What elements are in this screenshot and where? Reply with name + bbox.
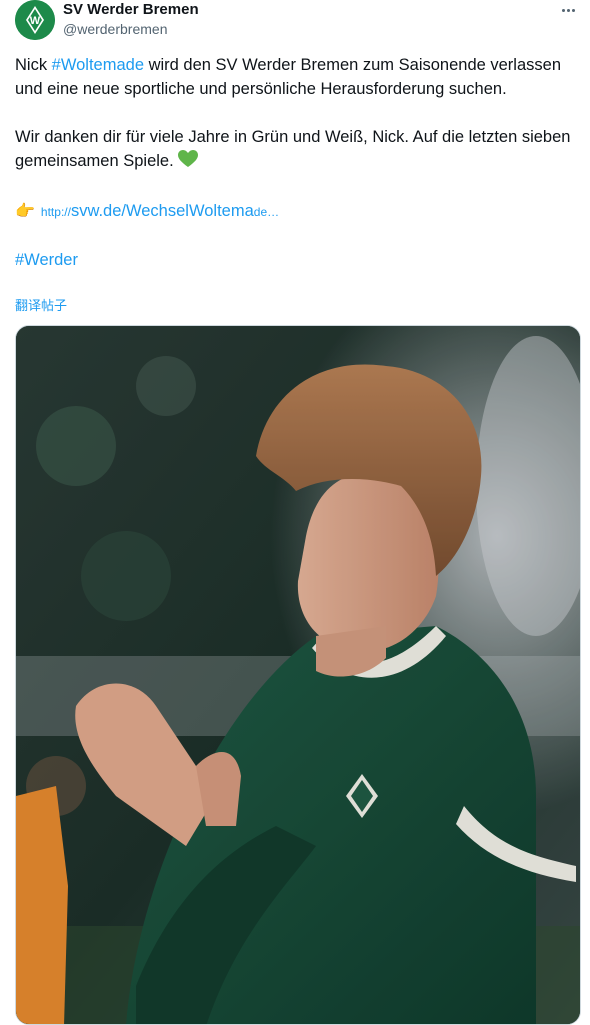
- hashtag-woltemade-link[interactable]: #Woltemade: [52, 56, 144, 74]
- display-name[interactable]: SV Werder Bremen: [63, 1, 199, 18]
- tweet-paragraph-2: Wir danken dir für viele Jahre in Grün u…: [15, 125, 580, 175]
- tweet-header: W SV Werder Bremen @werderbremen: [15, 0, 580, 44]
- tweet-photo[interactable]: [15, 325, 581, 1025]
- tweet-paragraph-1: Nick #Woltemade wird den SV Werder Breme…: [15, 56, 561, 98]
- avatar[interactable]: W: [15, 0, 55, 40]
- hashtag-werder-link[interactable]: #Werder: [15, 251, 78, 269]
- ellipsis-icon: [561, 8, 565, 12]
- player-photo-icon: [16, 326, 580, 1024]
- wechsel-woltemade-link[interactable]: http://svw.de/WechselWoltemade…: [41, 202, 279, 220]
- pointing-hand-icon: 👉: [15, 203, 35, 220]
- translate-post-link[interactable]: 翻译帖子: [15, 295, 67, 314]
- tweet-text: Nick #Woltemade wird den SV Werder Breme…: [15, 53, 580, 272]
- tweet-link-line: 👉 http://svw.de/WechselWoltemade…: [15, 199, 580, 224]
- svg-text:W: W: [30, 15, 41, 27]
- more-options-button[interactable]: [556, 0, 580, 20]
- werder-logo-icon: W: [15, 0, 55, 40]
- green-heart-icon: [177, 150, 198, 175]
- handle[interactable]: @werderbremen: [63, 21, 167, 37]
- tweet-hashtag-line: #Werder: [15, 248, 580, 272]
